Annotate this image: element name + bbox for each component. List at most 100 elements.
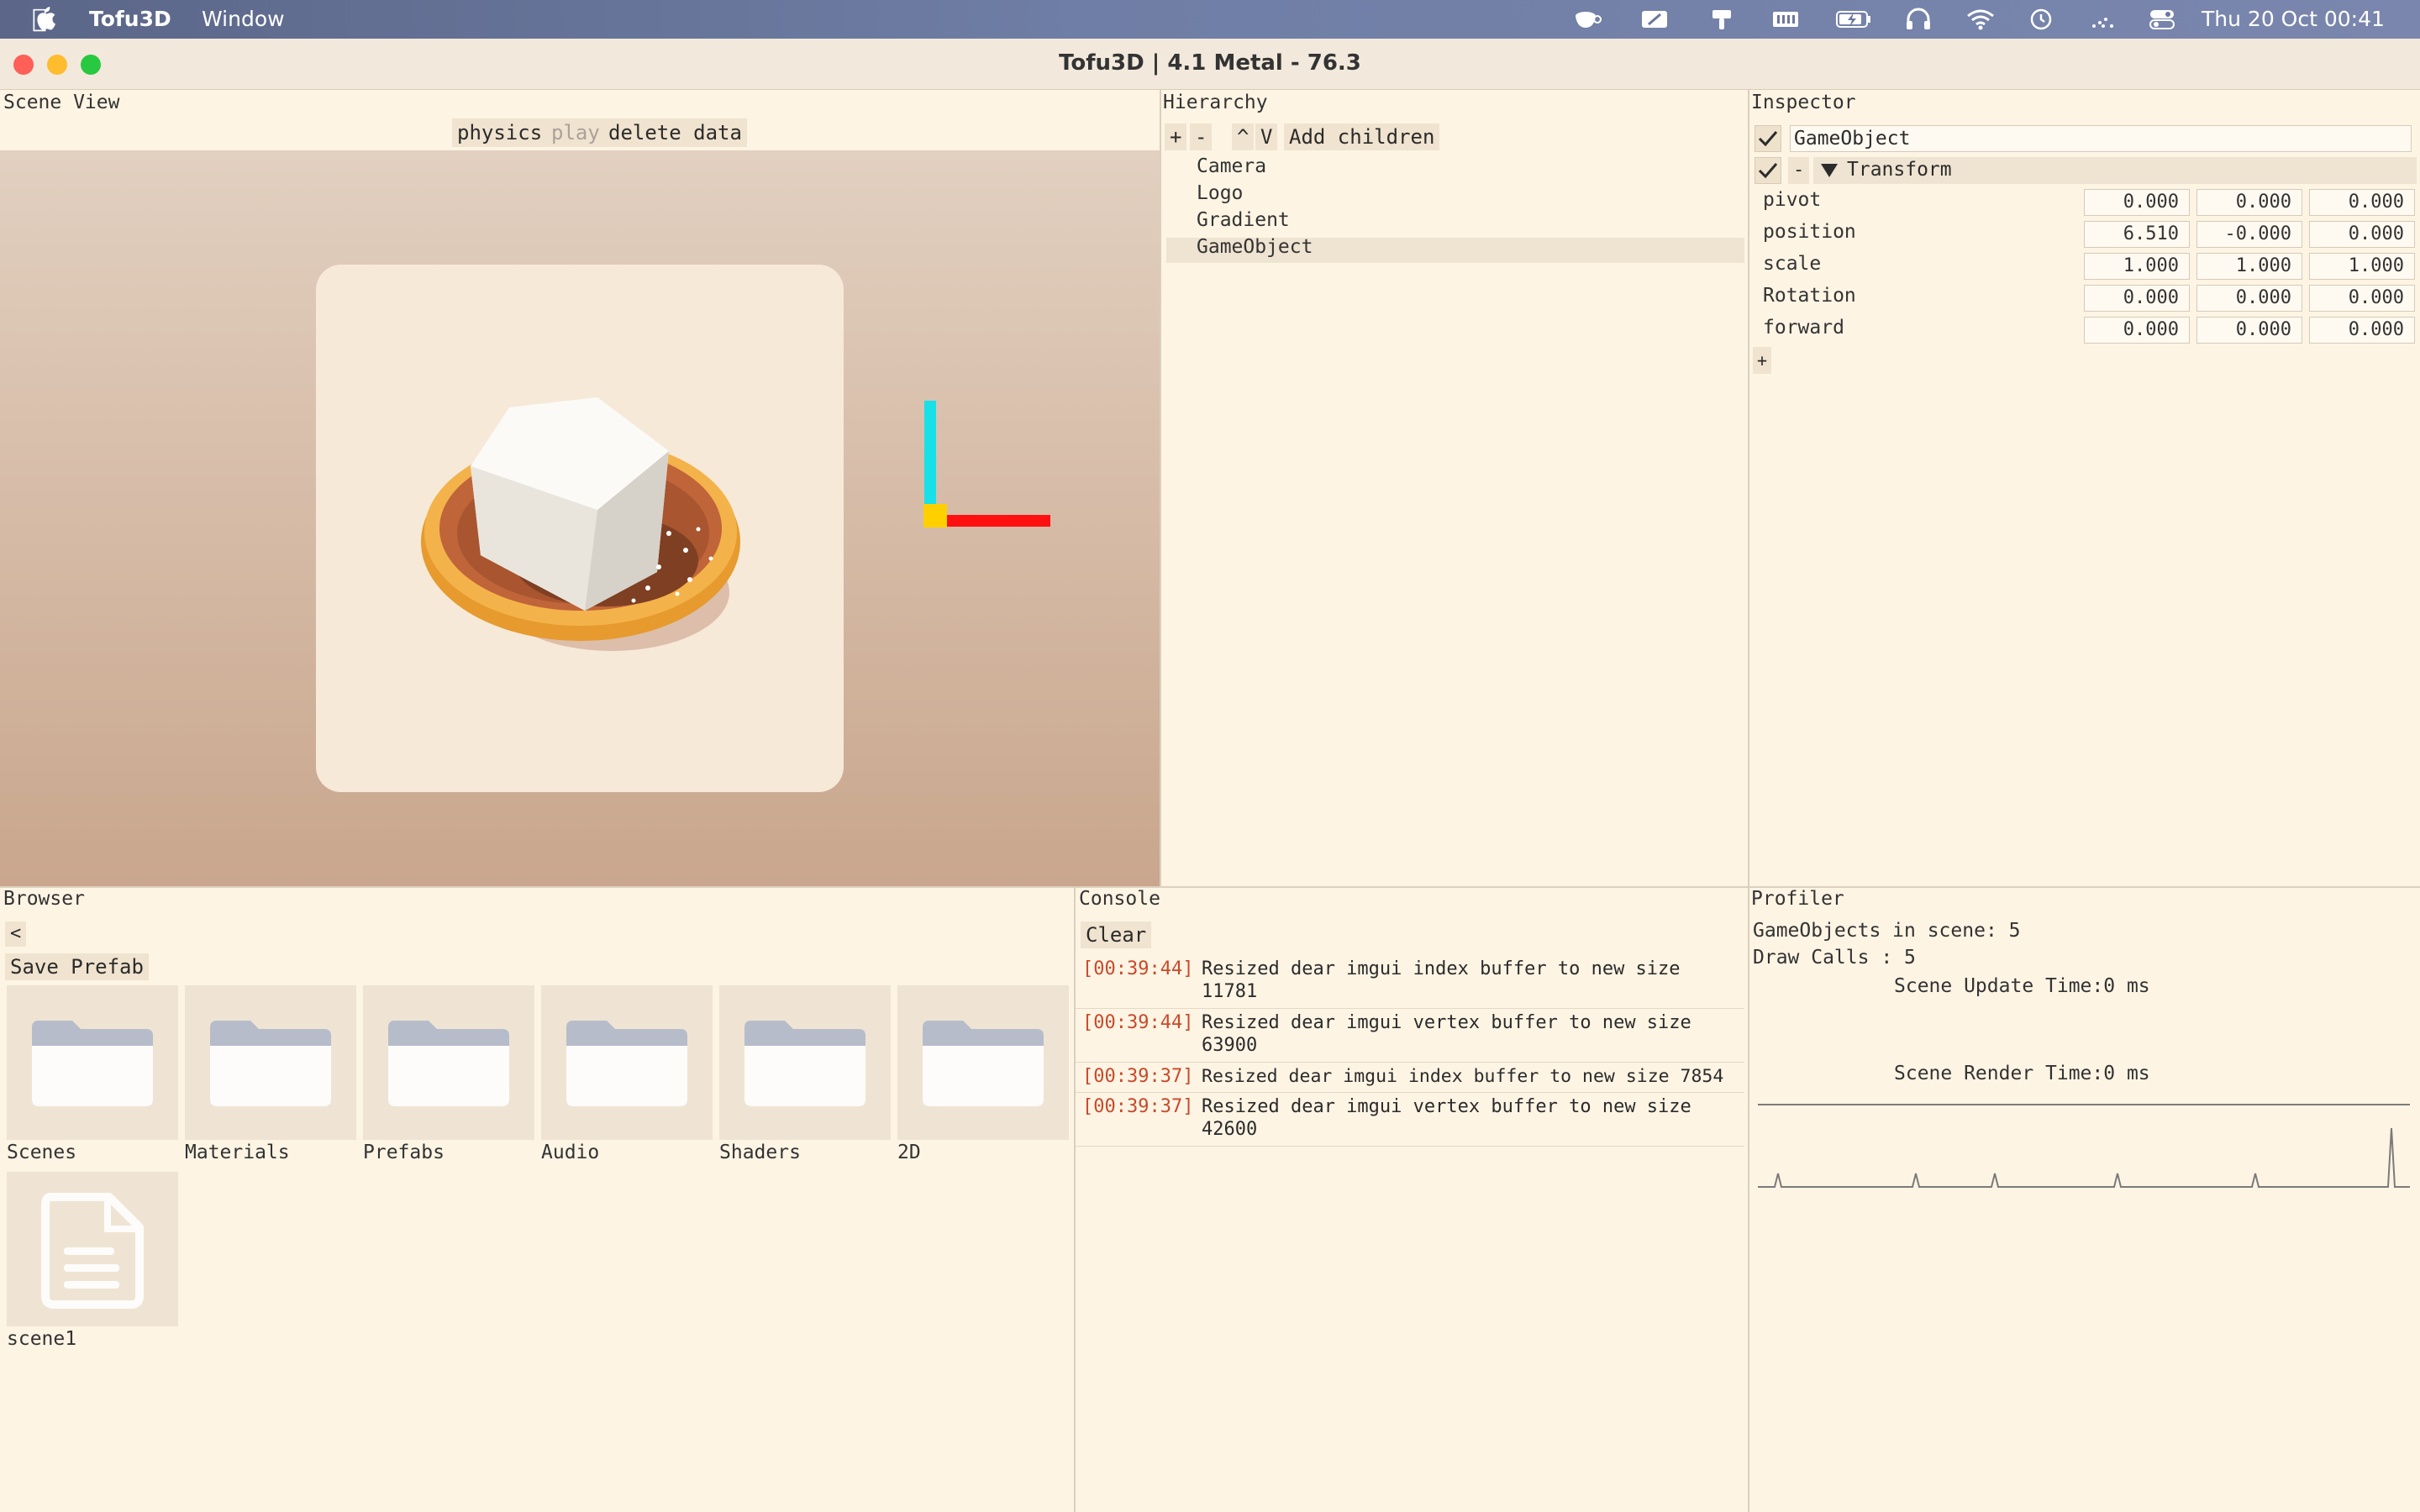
rotation-z-field[interactable]: 0.000 [2309,285,2415,312]
folder-label-prefabs: Prefabs [363,1142,445,1163]
scale-label: scale [1763,253,1822,275]
rotation-x-field[interactable]: 0.000 [2084,285,2190,312]
console-title: Console [1079,888,1160,910]
folder-label-audio: Audio [541,1142,600,1163]
position-z-field[interactable]: 0.000 [2309,221,2415,248]
save-prefab-button[interactable]: Save Prefab [5,953,149,980]
logo-card [316,265,844,792]
position-y-field[interactable]: -0.000 [2196,221,2302,248]
log-entry[interactable]: [00:39:44] Resized dear imgui index buff… [1076,958,1744,1009]
browser-title: Browser [3,888,85,910]
log-message: Resized dear imgui vertex buffer to new … [1202,1012,1691,1056]
pen-tablet-icon[interactable] [1640,8,1669,31]
hierarchy-item-gameobject[interactable]: GameObject [1197,236,1313,258]
file-tile-scene1[interactable] [7,1172,178,1326]
gizmo-x-axis[interactable] [946,515,1050,527]
headphones-icon[interactable] [1904,8,1933,31]
log-message: Resized dear imgui index buffer to new s… [1202,1066,1724,1087]
checkmark-icon [1758,163,1778,179]
log-timestamp: [00:39:44] [1082,958,1194,979]
hierarchy-panel: Hierarchy + - ^ V Add children Camera Lo… [1161,90,1748,886]
profiler-title: Profiler [1751,888,1844,910]
back-button[interactable]: < [5,921,27,947]
add-object-button[interactable]: + [1165,123,1187,150]
scale-y-field[interactable]: 1.000 [2196,253,2302,280]
folder-icon [923,1021,1044,1106]
menu-app-name[interactable]: Tofu3D [89,7,171,31]
browser-panel: Browser < Save Prefab Scenes Materials P… [0,888,1074,1512]
pivot-z-field[interactable]: 0.000 [2309,189,2415,216]
wifi-icon[interactable] [1966,8,1995,31]
scale-x-field[interactable]: 1.000 [2084,253,2190,280]
folder-icon [744,1021,865,1106]
log-timestamp: [00:39:37] [1082,1066,1194,1087]
folder-tile-2d[interactable] [897,985,1069,1140]
brush-icon[interactable] [1707,8,1736,31]
forward-z-field[interactable]: 0.000 [2309,317,2415,344]
folder-tile-materials[interactable] [185,985,356,1140]
scene-viewport[interactable] [0,150,1160,886]
forward-y-field[interactable]: 0.000 [2196,317,2302,344]
play-button[interactable]: play [546,118,605,147]
rotation-y-field[interactable]: 0.000 [2196,285,2302,312]
folder-tile-scenes[interactable] [7,985,178,1140]
folder-icon [32,1021,153,1106]
control-center-icon[interactable] [2148,8,2176,31]
hierarchy-item-gradient[interactable]: Gradient [1197,209,1290,231]
folder-tile-shaders[interactable] [719,985,891,1140]
position-label: position [1763,221,1856,243]
memory-icon[interactable] [1771,8,1800,31]
log-entry[interactable]: [00:39:44] Resized dear imgui vertex buf… [1076,1011,1744,1063]
battery-charging-icon[interactable] [1835,8,1872,31]
window-title-bar: Tofu3D | 4.1 Metal - 76.3 [0,39,2420,90]
hierarchy-title: Hierarchy [1163,92,1268,113]
folder-label-materials: Materials [185,1142,290,1163]
remove-component-button[interactable]: - [1788,157,1810,184]
folder-tile-audio[interactable] [541,985,713,1140]
apple-logo-icon[interactable] [32,5,57,30]
pivot-x-field[interactable]: 0.000 [2084,189,2190,216]
time-machine-icon[interactable] [2027,8,2055,31]
transform-label: Transform [1847,159,1952,181]
hierarchy-item-logo[interactable]: Logo [1197,182,1243,204]
delete-data-button[interactable]: delete data [603,118,747,147]
gizmo-y-axis[interactable] [924,401,936,517]
scene-update-time: Scene Update Time:0 ms [1894,975,2150,997]
physics-button[interactable]: physics [452,118,548,147]
add-component-button[interactable]: + [1753,347,1772,374]
remove-object-button[interactable]: - [1190,123,1213,150]
scene-view-title: Scene View [3,92,120,113]
folder-label-scenes: Scenes [7,1142,77,1163]
transform-header[interactable]: Transform [1813,157,2417,184]
log-entry[interactable]: [00:39:37] Resized dear imgui vertex buf… [1076,1095,1744,1147]
forward-x-field[interactable]: 0.000 [2084,317,2190,344]
transform-enabled-checkbox[interactable] [1754,157,1781,184]
collapse-triangle-icon[interactable] [1820,162,1839,179]
forward-label: forward [1763,317,1844,339]
object-active-checkbox[interactable] [1754,125,1781,152]
folder-label-shaders: Shaders [719,1142,801,1163]
position-x-field[interactable]: 6.510 [2084,221,2190,248]
folder-icon [210,1021,331,1106]
menu-window[interactable]: Window [202,7,285,31]
gizmo-center-handle[interactable] [923,504,947,528]
add-children-button[interactable]: Add children [1284,123,1440,150]
coffee-cup-icon[interactable] [1573,8,1602,31]
gameobjects-count: GameObjects in scene: 5 [1753,920,2021,942]
folder-tile-prefabs[interactable] [363,985,534,1140]
clear-console-button[interactable]: Clear [1081,921,1152,948]
scale-z-field[interactable]: 1.000 [2309,253,2415,280]
file-label-scene1: scene1 [7,1328,77,1350]
move-up-button[interactable]: ^ [1232,123,1255,150]
log-message: Resized dear imgui index buffer to new s… [1202,958,1681,1002]
document-icon [41,1193,144,1309]
move-down-button[interactable]: V [1255,123,1278,150]
hierarchy-item-camera[interactable]: Camera [1197,155,1266,177]
log-entry[interactable]: [00:39:37] Resized dear imgui index buff… [1076,1065,1744,1093]
dots-icon[interactable] [2089,8,2118,31]
pivot-label: pivot [1763,189,1822,211]
menu-clock[interactable]: Thu 20 Oct 00:41 [2202,7,2385,31]
pivot-y-field[interactable]: 0.000 [2196,189,2302,216]
object-name-input[interactable]: GameObject [1790,125,2412,152]
inspector-title: Inspector [1751,92,1856,113]
